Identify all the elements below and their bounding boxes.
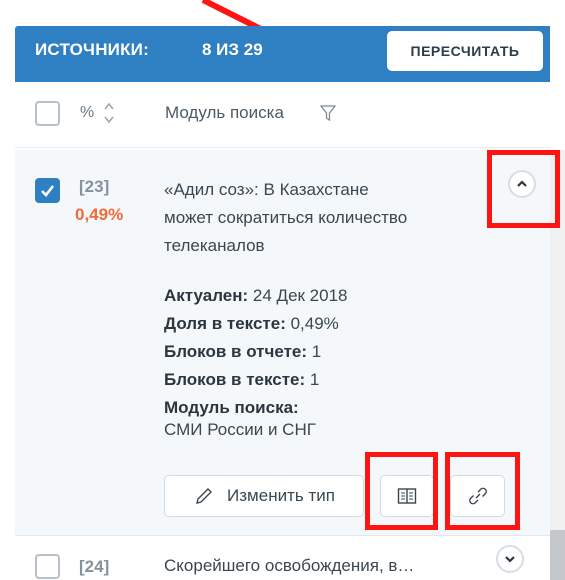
module-value: СМИ России и СНГ	[164, 420, 316, 439]
actual-label: Актуален:	[164, 286, 249, 305]
sources-header: ИСТОЧНИКИ: 8 ИЗ 29 ПЕРЕСЧИТАТЬ	[15, 26, 550, 82]
annotation-box-book	[365, 452, 438, 530]
chevron-down-icon	[505, 556, 515, 563]
source-checkbox[interactable]	[35, 178, 60, 203]
column-header: % Модуль поиска	[15, 82, 550, 148]
expand-button[interactable]	[496, 545, 524, 573]
source-percent: 0,49%	[75, 205, 124, 224]
blocks-report-value: 1	[311, 342, 322, 361]
module-label: Модуль поиска:	[164, 398, 299, 417]
percent-column-label: %	[80, 104, 95, 121]
scrollbar-thumb[interactable]	[550, 530, 565, 580]
share-value: 0,49%	[290, 314, 339, 333]
share-label: Доля в тексте:	[164, 314, 286, 333]
blocks-text-label: Блоков в тексте:	[164, 370, 306, 389]
blocks-report-label: Блоков в отчете:	[164, 342, 308, 361]
source-title[interactable]: «Адил соз»: В Казахстане может сократить…	[164, 176, 504, 260]
blocks-text-value: 1	[309, 370, 320, 389]
source-details: Актуален: 24 Дек 2018 Доля в тексте: 0,4…	[164, 282, 348, 440]
actual-value: 24 Дек 2018	[252, 286, 348, 305]
source-checkbox[interactable]	[35, 554, 60, 579]
sources-count: 8 ИЗ 29	[202, 40, 263, 59]
source-number: [23]	[79, 177, 110, 196]
source-title[interactable]: Скорейшего освобождения, в…	[164, 556, 414, 576]
pencil-icon	[196, 488, 213, 504]
module-column-label: Модуль поиска	[165, 103, 284, 122]
check-icon	[41, 185, 55, 197]
annotation-box-link	[445, 452, 520, 530]
source-row-24[interactable]: [24] Скорейшего освобождения, в…	[15, 535, 550, 580]
annotation-box-toggle	[487, 150, 560, 228]
change-type-button[interactable]: Изменить тип	[164, 475, 364, 517]
recalculate-button[interactable]: ПЕРЕСЧИТАТЬ	[387, 31, 543, 71]
select-all-checkbox[interactable]	[35, 101, 60, 126]
filter-icon[interactable]	[320, 104, 336, 122]
sources-label: ИСТОЧНИКИ:	[35, 40, 149, 59]
sort-icon[interactable]	[103, 99, 115, 127]
source-number: [24]	[79, 557, 110, 576]
